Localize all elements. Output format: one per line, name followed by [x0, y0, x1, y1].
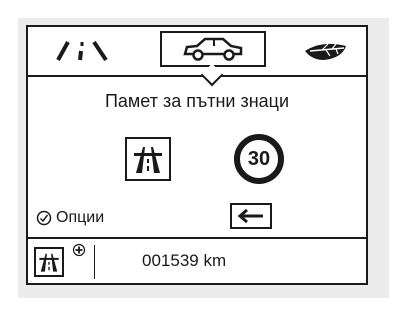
check-circle-icon [36, 210, 52, 226]
leaf-icon [305, 43, 346, 60]
road-lanes-icon [56, 40, 108, 62]
speed-limit-sign: 30 [233, 133, 285, 185]
car-icon [183, 37, 243, 61]
tab-bar [28, 27, 366, 77]
motorway-sign [125, 137, 171, 181]
tab-road[interactable] [28, 27, 140, 75]
driver-info-screen: Памет за пътни знаци 30 Опции 001539 km [26, 25, 368, 285]
status-divider [94, 245, 95, 279]
status-motorway-sign [34, 247, 64, 277]
motorway-sign-icon [134, 147, 162, 173]
plus-icon [72, 243, 86, 257]
odometer-value: 001539 km [142, 251, 227, 270]
options-button[interactable]: Опции [36, 209, 104, 227]
status-bar: 001539 km [28, 237, 366, 285]
motorway-sign-icon [39, 253, 59, 272]
tab-car[interactable] [160, 31, 266, 67]
options-label: Опции [56, 209, 105, 226]
page-title: Памет за пътни знаци [104, 91, 290, 111]
arrow-left-icon [237, 209, 263, 223]
speed-limit-value: 30 [247, 147, 271, 170]
tab-eco[interactable] [288, 27, 366, 75]
back-button[interactable] [230, 203, 272, 229]
